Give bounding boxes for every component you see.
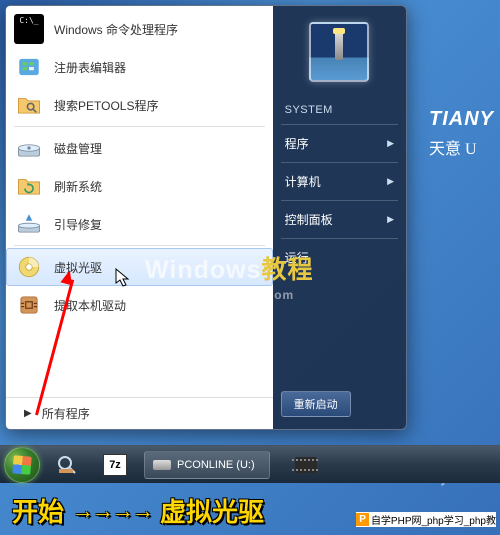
separator (14, 126, 265, 127)
separator (281, 200, 398, 201)
annotation-target: 虚拟光驱 (160, 492, 264, 529)
start-menu-right: SYSTEM 程序▶ 计算机▶ 控制面板▶ 运行 重新启动 (273, 6, 406, 429)
start-button[interactable] (4, 447, 40, 483)
regedit-icon (14, 52, 44, 82)
taskbar-drive-button[interactable]: PCONLINE (U:) (144, 451, 270, 479)
menu-item-search-petools[interactable]: 搜索PETOOLS程序 (6, 86, 273, 124)
right-item-programs[interactable]: 程序▶ (281, 127, 398, 160)
brand-line1: TIANY (429, 108, 494, 131)
menu-item-virtual-drive[interactable]: 虚拟光驱 (6, 248, 273, 286)
menu-item-cmd[interactable]: C:\_ Windows 命令处理程序 (6, 10, 273, 48)
start-menu: C:\_ Windows 命令处理程序 注册表编辑器 搜索PETOOLS程序 磁… (5, 5, 407, 430)
taskbar-7zip[interactable]: 7z (94, 450, 136, 480)
cmd-icon: C:\_ (14, 14, 44, 44)
driver-icon (14, 290, 44, 320)
sevenzip-icon: 7z (103, 454, 127, 476)
system-label: SYSTEM (281, 98, 398, 122)
refresh-icon (14, 171, 44, 201)
chevron-right-icon: ▶ (387, 138, 394, 149)
chevron-right-icon: ▶ (387, 214, 394, 225)
right-item-computer[interactable]: 计算机▶ (281, 165, 398, 198)
taskbar: 7z PCONLINE (U:) (0, 445, 500, 483)
menu-item-diskmgmt[interactable]: 磁盘管理 (6, 129, 273, 167)
annotation-start: 开始 (12, 492, 64, 529)
menu-item-regedit[interactable]: 注册表编辑器 (6, 48, 273, 86)
all-programs-label: 所有程序 (42, 405, 90, 422)
right-item-run[interactable]: 运行 (281, 241, 398, 274)
chip-icon (295, 457, 317, 473)
desktop-brand: TIANY 天意 U (429, 108, 494, 159)
source-badge: P 自学PHP网_php学习_php教 (356, 512, 496, 527)
vcd-icon (14, 252, 44, 282)
diskmgmt-icon (14, 133, 44, 163)
bootfix-icon (14, 209, 44, 239)
menu-item-extract-driver[interactable]: 提取本机驱动 (6, 286, 273, 324)
separator (281, 124, 398, 125)
taskbar-search[interactable] (46, 450, 88, 480)
drive-icon (153, 460, 171, 470)
separator (281, 238, 398, 239)
right-item-control-panel[interactable]: 控制面板▶ (281, 203, 398, 236)
badge-p: P (356, 513, 369, 526)
restart-button[interactable]: 重新启动 (281, 391, 351, 417)
chevron-right-icon: ▶ (24, 408, 32, 419)
pinned-programs: C:\_ Windows 命令处理程序 注册表编辑器 搜索PETOOLS程序 磁… (6, 6, 273, 397)
annotation-arrows: →→→→ (72, 498, 152, 524)
chevron-right-icon: ▶ (387, 176, 394, 187)
brand-line2: 天意 U (429, 135, 494, 159)
drive-label: PCONLINE (U:) (177, 459, 255, 471)
badge-text: 自学PHP网_php学习_php教 (371, 512, 496, 527)
separator (14, 245, 265, 246)
search-folder-icon (14, 90, 44, 120)
start-menu-left: C:\_ Windows 命令处理程序 注册表编辑器 搜索PETOOLS程序 磁… (6, 6, 273, 429)
separator (281, 162, 398, 163)
user-picture[interactable] (309, 22, 369, 82)
menu-item-bootfix[interactable]: 引导修复 (6, 205, 273, 243)
menu-item-refresh[interactable]: 刷新系统 (6, 167, 273, 205)
annotation-text: 开始 →→→→ 虚拟光驱 (12, 492, 264, 529)
all-programs-button[interactable]: ▶ 所有程序 (6, 397, 273, 429)
taskbar-chip[interactable] (276, 450, 326, 480)
